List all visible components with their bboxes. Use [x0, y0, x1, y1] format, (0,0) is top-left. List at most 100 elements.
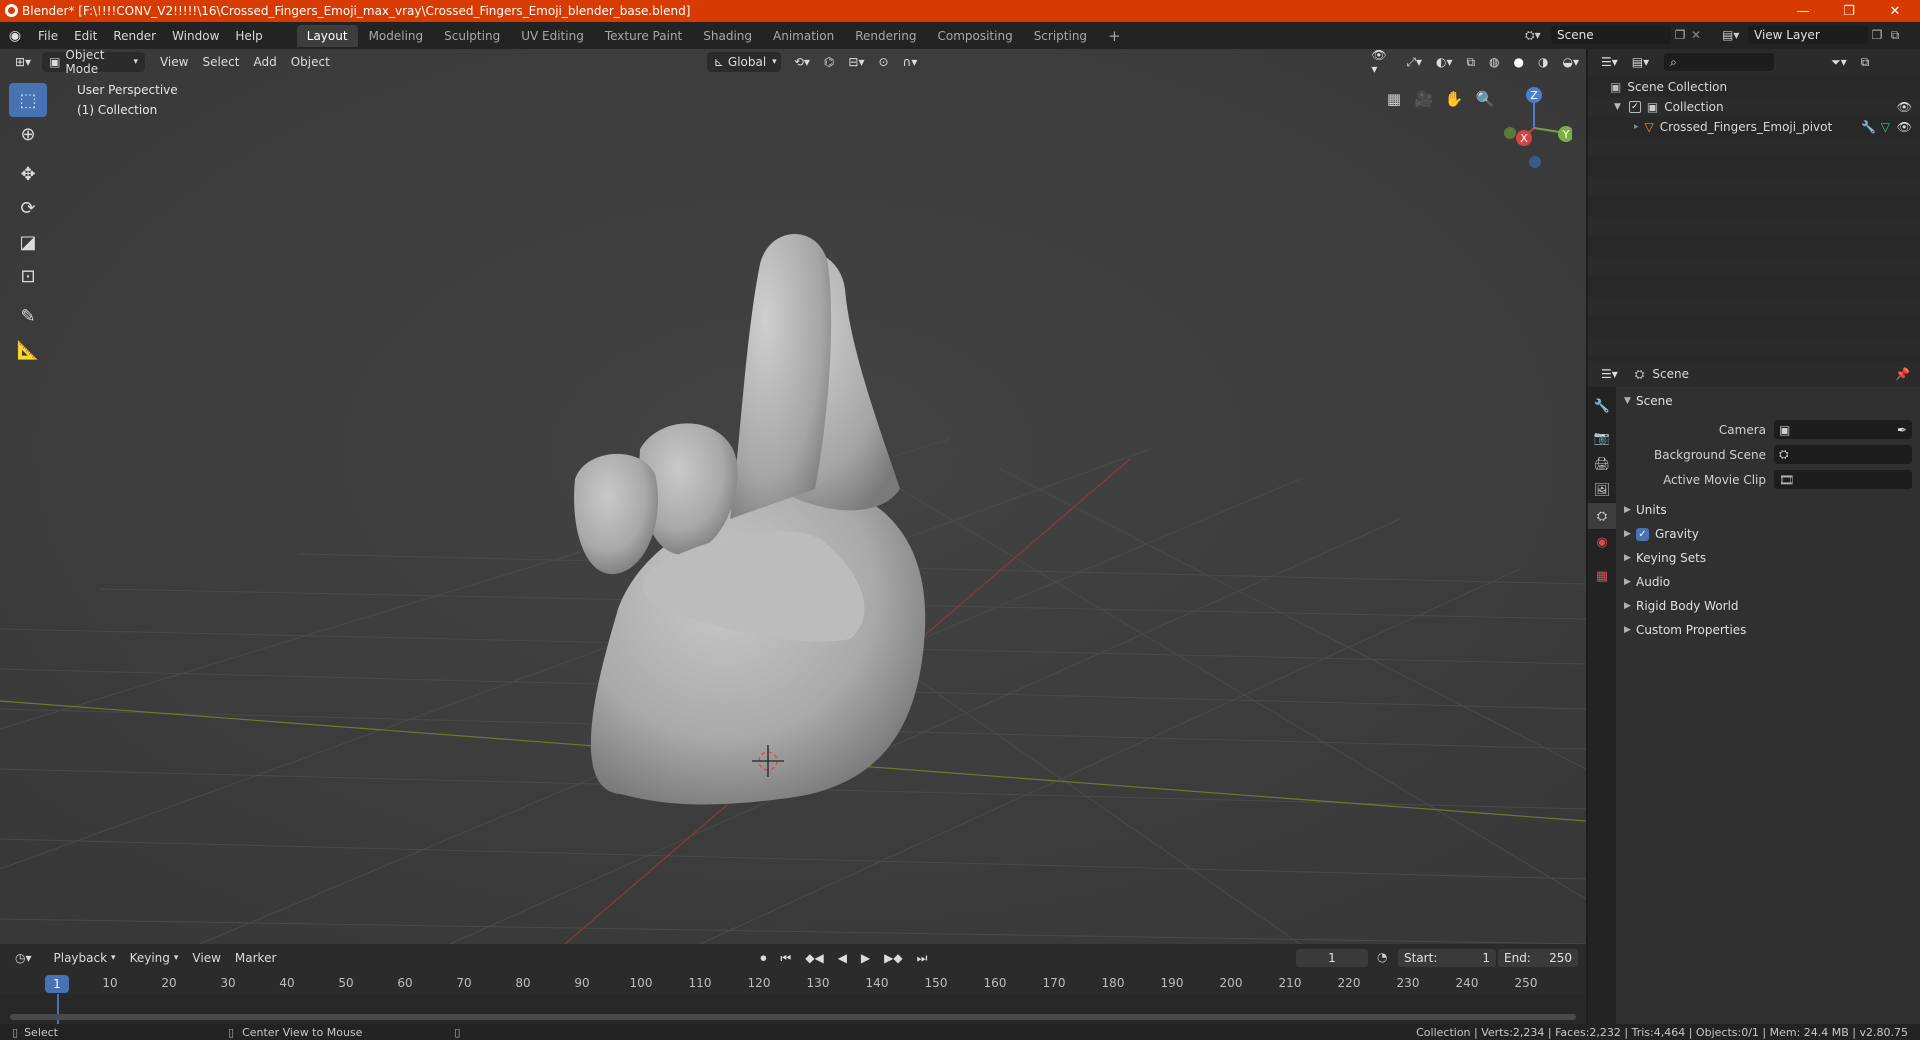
- expand-arrow-icon[interactable]: ▸: [1634, 122, 1639, 132]
- exclude-checkbox-icon[interactable]: ✓: [1628, 101, 1641, 113]
- outliner-row-object[interactable]: ▸ ▽ Crossed_Fingers_Emoji_pivot 🔧 ▽ 👁: [1588, 117, 1920, 137]
- 3d-viewport[interactable]: ⊞▾ ▣ Object Mode ▾ View Select Add Objec…: [0, 49, 1586, 944]
- menu-view[interactable]: View: [153, 52, 195, 72]
- tab-sculpting[interactable]: Sculpting: [434, 25, 510, 47]
- measure-icon[interactable]: 📐: [9, 333, 47, 367]
- outliner-editor-type-icon[interactable]: ☰▾: [1594, 52, 1625, 72]
- proportional-edit-icon[interactable]: ⊙: [871, 52, 895, 72]
- record-icon[interactable]: ⏺: [753, 948, 773, 968]
- preview-range-icon[interactable]: ◔: [1377, 950, 1387, 964]
- minimize-button[interactable]: —: [1780, 0, 1826, 22]
- end-frame-field[interactable]: End: 250: [1498, 949, 1578, 967]
- eyedropper-icon[interactable]: ✒: [1897, 423, 1907, 437]
- tool-settings-tab-icon[interactable]: 🔧: [1588, 393, 1616, 419]
- keying-menu[interactable]: Keying ▾: [123, 948, 186, 968]
- tab-modeling[interactable]: Modeling: [359, 25, 434, 47]
- timeline-scrollbar[interactable]: [10, 1014, 1576, 1020]
- menu-render[interactable]: Render: [105, 29, 164, 43]
- render-tab-icon[interactable]: 📷: [1588, 425, 1616, 451]
- snap-icon[interactable]: ⌬: [817, 52, 841, 72]
- snap-target-icon[interactable]: ⊟▾: [841, 52, 871, 72]
- scene-panel-header[interactable]: ▼ Scene: [1616, 389, 1920, 413]
- cursor-icon[interactable]: ⊕: [9, 117, 47, 151]
- wireframe-shading-icon[interactable]: ◍: [1482, 52, 1506, 72]
- properties-editor-type-icon[interactable]: ☰▾: [1594, 364, 1625, 384]
- audio-panel-header[interactable]: ▶ Audio: [1616, 570, 1920, 594]
- scale-icon[interactable]: ◪: [9, 225, 47, 259]
- tab-rendering[interactable]: Rendering: [845, 25, 926, 47]
- menu-object[interactable]: Object: [284, 52, 337, 72]
- select-box-icon[interactable]: ⬚: [9, 83, 47, 117]
- camera-field[interactable]: ▣ ✒: [1774, 420, 1912, 439]
- editor-type-icon[interactable]: ⊞▾: [8, 52, 38, 72]
- world-tab-icon[interactable]: ◉: [1588, 529, 1616, 555]
- tab-layout[interactable]: Layout: [296, 24, 358, 47]
- solid-shading-icon[interactable]: ●: [1507, 52, 1531, 72]
- annotate-icon[interactable]: ✎: [9, 299, 47, 333]
- menu-file[interactable]: File: [30, 29, 66, 43]
- active-movie-clip-field[interactable]: 🎞: [1774, 470, 1912, 489]
- close-button[interactable]: ✕: [1872, 0, 1918, 22]
- outliner-row-scene-collection[interactable]: ▣ Scene Collection: [1588, 77, 1920, 97]
- camera-icon[interactable]: 🎥: [1410, 85, 1438, 113]
- rendered-shading-icon[interactable]: ◒▾: [1556, 52, 1587, 72]
- blender-menu-icon[interactable]: ◉: [0, 28, 30, 44]
- prev-keyframe-icon[interactable]: ◆◀: [798, 948, 830, 968]
- outliner-search-input[interactable]: ⌕: [1664, 53, 1775, 71]
- filter-icon[interactable]: ⏷▾: [1824, 52, 1854, 72]
- tab-scripting[interactable]: Scripting: [1024, 25, 1097, 47]
- timeline-view-menu[interactable]: View: [185, 948, 227, 968]
- new-collection-icon[interactable]: ⧉: [1854, 52, 1877, 72]
- tab-shading[interactable]: Shading: [693, 25, 762, 47]
- remove-view-layer-icon[interactable]: ⧉: [1886, 28, 1904, 43]
- custom-properties-panel-header[interactable]: ▶ Custom Properties: [1616, 618, 1920, 642]
- tab-compositing[interactable]: Compositing: [927, 25, 1022, 47]
- timeline-ruler[interactable]: 1 10 20 30 40 50 60 70 80 90 100 110 120…: [0, 972, 1586, 994]
- orientation-dropdown[interactable]: ⊾ Global ▾: [706, 52, 781, 72]
- menu-edit[interactable]: Edit: [66, 29, 105, 43]
- new-scene-icon[interactable]: ❐: [1671, 28, 1689, 42]
- jump-start-icon[interactable]: ⏮: [773, 948, 798, 968]
- move-icon[interactable]: ✥: [9, 157, 47, 191]
- view-layer-icon[interactable]: ▤▾: [1722, 28, 1748, 42]
- scene-tab-icon[interactable]: ⛭: [1588, 503, 1616, 529]
- gravity-panel-header[interactable]: ▶ ✓ Gravity: [1616, 522, 1920, 546]
- maximize-button[interactable]: ❐: [1826, 0, 1872, 22]
- scene-icon[interactable]: ⛭▾: [1525, 28, 1551, 43]
- scene-name-field[interactable]: Scene: [1551, 26, 1671, 44]
- view-layer-field[interactable]: View Layer: [1748, 26, 1868, 44]
- background-scene-field[interactable]: ⛭: [1774, 445, 1912, 464]
- outliner-row-collection[interactable]: ▼ ✓ ▣ Collection 👁: [1588, 97, 1920, 117]
- tab-animation[interactable]: Animation: [763, 25, 844, 47]
- gizmo-toggle-icon[interactable]: ⤢▾: [1399, 52, 1429, 72]
- eye-icon[interactable]: 👁: [1897, 100, 1912, 114]
- menu-select[interactable]: Select: [195, 52, 246, 72]
- xray-icon[interactable]: ⧉: [1459, 52, 1482, 72]
- playback-menu[interactable]: Playback ▾: [47, 948, 123, 968]
- timeline-editor-type-icon[interactable]: ◷▾: [8, 948, 39, 968]
- texture-tab-icon[interactable]: ▦: [1588, 563, 1616, 589]
- timeline-body[interactable]: [0, 994, 1586, 1024]
- falloff-icon[interactable]: ∩▾: [896, 52, 925, 72]
- menu-help[interactable]: Help: [227, 29, 270, 43]
- start-frame-field[interactable]: Start: 1: [1398, 949, 1496, 967]
- navigation-gizmo[interactable]: Z Y X: [1492, 83, 1572, 173]
- jump-end-icon[interactable]: ⏭: [910, 948, 935, 968]
- rigid-body-world-panel-header[interactable]: ▶ Rigid Body World: [1616, 594, 1920, 618]
- menu-window[interactable]: Window: [164, 29, 227, 43]
- transform-icon[interactable]: ⊡: [9, 259, 47, 293]
- output-tab-icon[interactable]: 🖨: [1588, 451, 1616, 477]
- units-panel-header[interactable]: ▶ Units: [1616, 498, 1920, 522]
- eye-icon[interactable]: 👁: [1897, 120, 1912, 134]
- add-workspace-icon[interactable]: +: [1098, 23, 1131, 49]
- mesh-data-icon[interactable]: ▽: [1881, 120, 1890, 134]
- display-mode-icon[interactable]: ▤▾: [1625, 52, 1656, 72]
- gravity-checkbox[interactable]: ✓: [1636, 527, 1649, 541]
- material-shading-icon[interactable]: ◑: [1531, 52, 1555, 72]
- delete-scene-icon[interactable]: ✕: [1689, 28, 1703, 42]
- mode-dropdown[interactable]: ▣ Object Mode ▾: [42, 49, 145, 76]
- new-view-layer-icon[interactable]: ❐: [1868, 28, 1886, 42]
- current-frame-field[interactable]: 1: [1296, 949, 1368, 967]
- menu-add[interactable]: Add: [247, 52, 284, 72]
- tab-texture-paint[interactable]: Texture Paint: [595, 25, 692, 47]
